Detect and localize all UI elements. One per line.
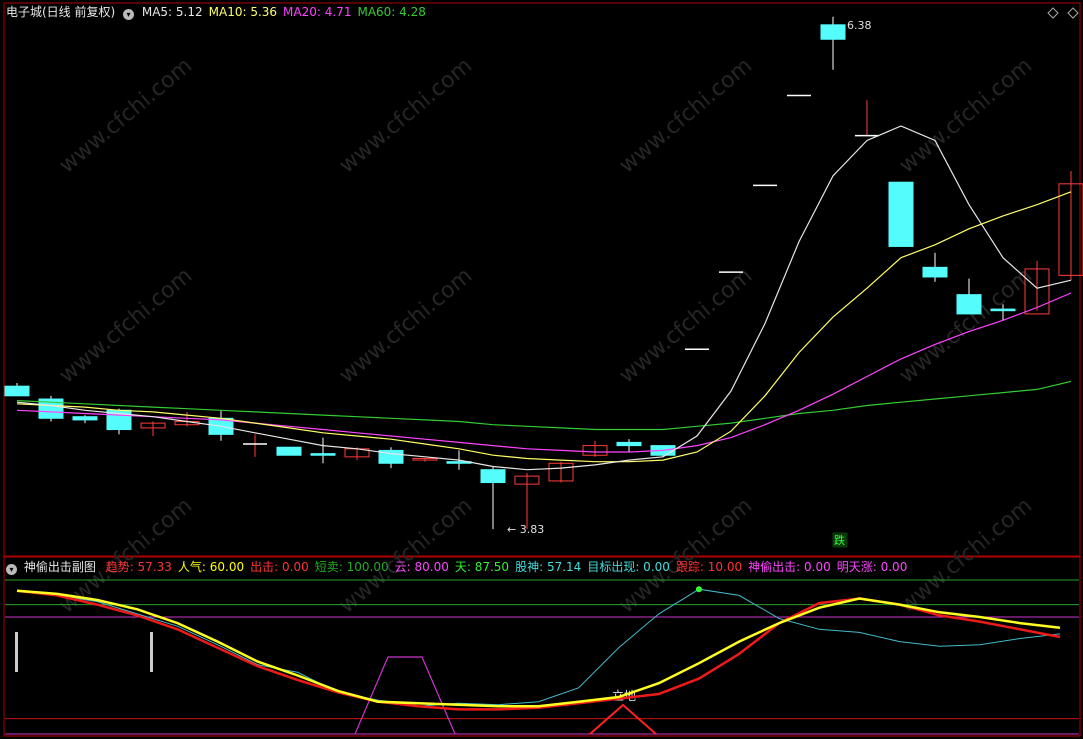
indicator-name: 出击 bbox=[250, 560, 275, 574]
chart-canvas: www.cfchi.com www.cfchi.com www.cfchi.com w… bbox=[3, 2, 1083, 737]
candle-body bbox=[72, 416, 98, 421]
ma-legend-item: MA20: 4.71 bbox=[283, 5, 352, 19]
low-price-label: ← 3.83 bbox=[507, 523, 544, 536]
ma-legend-item: MA60: 4.28 bbox=[357, 5, 426, 19]
watermark-text: www.cfchi.com bbox=[895, 263, 1037, 388]
candle-body bbox=[4, 385, 30, 397]
cloud-signal bbox=[354, 656, 456, 735]
indicator-legend-item: 趋势: 57.33 bbox=[106, 560, 172, 574]
indicator-name: 目标出现 bbox=[587, 560, 636, 574]
main-header: 电子城(日线 前复权) ▾ MA5: 5.12 MA10: 5.36 MA20: 4… bbox=[6, 5, 432, 20]
watermark-text: www.cfchi.com bbox=[615, 53, 757, 178]
indicator-legend-item: 股神: 57.14 bbox=[515, 560, 581, 574]
indicator-value: : 60.00 bbox=[201, 560, 245, 574]
indicator-name: 明天涨 bbox=[836, 560, 873, 574]
indicator-name: 跟踪 bbox=[675, 560, 700, 574]
candle-body bbox=[922, 266, 948, 278]
candle-body bbox=[888, 181, 914, 247]
indicator-name: 短卖 bbox=[314, 560, 339, 574]
indicator-value: : 57.14 bbox=[539, 560, 582, 574]
candle-body bbox=[276, 446, 302, 456]
main-title: 电子城(日线 前复权) bbox=[6, 5, 116, 19]
indicator-legend-item: 目标出现: 0.00 bbox=[587, 560, 670, 574]
candle-body bbox=[820, 24, 846, 40]
watermark-text: www.cfchi.com bbox=[895, 53, 1037, 178]
indicator-legend: 趋势: 57.33 人气: 60.00 出击: 0.00 短卖: 100.00 云: 8… bbox=[106, 560, 914, 574]
indicator-name: 神偷出击 bbox=[748, 560, 797, 574]
candle-body bbox=[310, 453, 336, 456]
peak-dot bbox=[695, 586, 702, 593]
candle-body bbox=[480, 469, 506, 484]
indicator-legend-item: 人气: 60.00 bbox=[178, 560, 244, 574]
indicator-legend-item: 跟踪: 10.00 bbox=[676, 560, 742, 574]
marker-bar bbox=[15, 632, 18, 672]
indicator-name: 趋势 bbox=[105, 560, 130, 574]
expand-icon[interactable] bbox=[1067, 7, 1079, 19]
indicator-legend-item: 明天涨: 0.00 bbox=[837, 560, 908, 574]
indicator-legend-item: 短卖: 100.00 bbox=[315, 560, 389, 574]
high-price-label: 6.38 bbox=[847, 19, 872, 32]
panel-settings-icon[interactable] bbox=[1047, 7, 1059, 19]
indicator-value: : 57.33 bbox=[129, 560, 172, 574]
indicator-value: : 10.00 bbox=[699, 560, 743, 574]
signal-label: 跌 bbox=[834, 533, 845, 547]
candle-body bbox=[956, 294, 982, 315]
chevron-down-icon[interactable]: ▾ bbox=[6, 564, 17, 575]
indicator-legend-item: 天: 87.50 bbox=[455, 560, 509, 574]
ma-legend: MA5: 5.12 MA10: 5.36 MA20: 4.71 MA60: 4.28 bbox=[142, 5, 432, 19]
watermark-text: www.cfchi.com bbox=[335, 263, 477, 388]
indicator-value: : 0.00 bbox=[635, 560, 670, 574]
indicator-value: : 0.00 bbox=[872, 560, 908, 574]
indicator-value: : 0.00 bbox=[796, 560, 831, 574]
indicator-value: : 0.00 bbox=[274, 560, 309, 574]
watermark-text: www.cfchi.com bbox=[55, 263, 197, 388]
strike-signal bbox=[589, 703, 657, 735]
candle-body bbox=[990, 308, 1016, 312]
marker-bar bbox=[150, 632, 153, 672]
watermark-text: www.cfchi.com bbox=[335, 53, 477, 178]
indicator-legend-item: 出击: 0.00 bbox=[250, 560, 309, 574]
chevron-down-icon[interactable]: ▾ bbox=[123, 9, 135, 20]
indicator-name: 股神 bbox=[515, 560, 540, 574]
watermark-text: www.cfchi.com bbox=[55, 53, 197, 178]
candle-body bbox=[616, 441, 642, 447]
indicator-value: : 87.50 bbox=[466, 560, 510, 574]
sub-title: 神偷出击副图 bbox=[23, 560, 96, 574]
watermark-text: www.cfchi.com bbox=[615, 263, 757, 388]
indicator-value: : 80.00 bbox=[406, 560, 449, 574]
indicator-name: 人气 bbox=[177, 560, 202, 574]
indicator-name: 云 bbox=[394, 560, 407, 574]
ma-legend-item: MA10: 5.36 bbox=[208, 5, 278, 19]
indicator-legend-item: 云: 80.00 bbox=[395, 560, 449, 574]
indicator-value: : 100.00 bbox=[338, 560, 389, 574]
indicator-name: 天 bbox=[454, 560, 467, 574]
sub-header: ▾ 神偷出击副图 趋势: 57.33 人气: 60.00 出击: 0.00 短卖: 1… bbox=[6, 560, 913, 575]
ma-legend-item: MA5: 5.12 bbox=[141, 5, 203, 19]
indicator-legend-item: 神偷出击: 0.00 bbox=[748, 560, 831, 574]
